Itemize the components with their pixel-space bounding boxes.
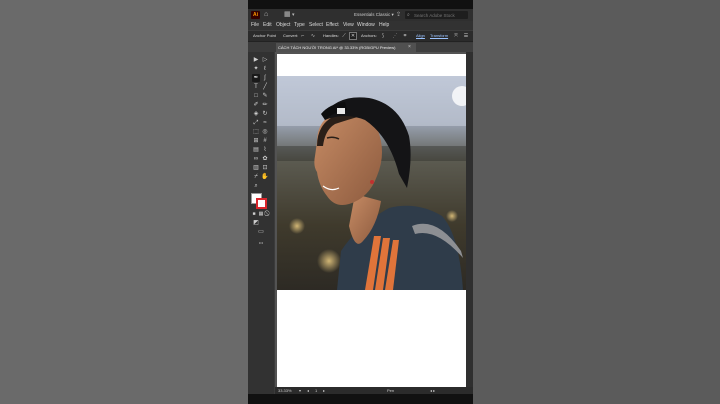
video-left-margin <box>0 0 248 404</box>
share-icon[interactable]: ⇪ <box>396 11 401 19</box>
convert-label: Convert: <box>283 33 299 38</box>
pencil-tool-icon[interactable]: ✏ <box>261 101 269 109</box>
selection-tool-icon[interactable]: ▶ <box>252 56 260 64</box>
document-tab[interactable]: CÁCH TÁCH NGƯỜI TRONG AI* @ 33.33% (RGB/… <box>276 43 416 52</box>
top-letterbox <box>248 0 473 9</box>
status-bar: 33.33% ▾ ◂ 1 ▸ Pen ◂ ▸ <box>275 387 473 394</box>
transform-link[interactable]: Transform <box>430 31 448 41</box>
document-tab-title: CÁCH TÁCH NGƯỜI TRONG AI* @ 33.33% (RGB/… <box>278 45 396 50</box>
close-icon[interactable]: × <box>408 43 411 52</box>
warp-tool-icon[interactable]: ≈ <box>261 119 269 127</box>
status-arrows-icon[interactable]: ◂ ▸ <box>430 387 435 394</box>
workspace-switcher[interactable]: Essentials Classic ▾ <box>354 11 394 19</box>
artboard-prev-icon[interactable]: ◂ <box>307 387 309 394</box>
artboard[interactable] <box>277 54 466 388</box>
edit-toolbar-icon[interactable]: ••• <box>257 239 265 247</box>
graph-tool-icon[interactable]: ▥ <box>252 164 260 172</box>
panel-menu-icon[interactable]: ☰ <box>463 33 469 39</box>
title-bar: Ai ⌂ ▦ ▾ Essentials Classic ▾ ⇪ ⌕ <box>248 9 473 21</box>
search-input[interactable] <box>414 11 466 19</box>
zoom-tool-icon[interactable]: ⌕ <box>252 182 260 190</box>
remove-anchor-icon[interactable]: ⟆ <box>380 33 386 39</box>
type-tool-icon[interactable]: T <box>252 83 260 91</box>
current-tool-name: Pen <box>387 388 395 393</box>
menu-window[interactable]: Window <box>357 21 375 30</box>
shape-builder-tool-icon[interactable]: ◎ <box>261 128 269 136</box>
free-transform-tool-icon[interactable]: ⬚ <box>252 128 260 136</box>
show-handles-icon[interactable]: ⟋ <box>341 33 347 39</box>
drawing-modes-icon[interactable]: ◩ <box>252 219 260 227</box>
arrange-chevron-icon[interactable]: ▾ <box>292 11 295 19</box>
menu-effect[interactable]: Effect <box>326 21 339 30</box>
lasso-tool-icon[interactable]: ℓ <box>261 65 269 73</box>
perspective-tool-icon[interactable]: ⊞ <box>252 137 260 145</box>
rectangle-tool-icon[interactable]: □ <box>252 92 260 100</box>
gradient-tool-icon[interactable]: ▤ <box>252 146 260 154</box>
hand-tool-icon[interactable]: ✋ <box>261 173 269 181</box>
menu-bar: File Edit Object Type Select Effect View… <box>248 21 473 30</box>
curvature-tool-icon[interactable]: ∫ <box>261 74 269 82</box>
control-bar: Anchor Point Convert: ⌐ ∿ Handles: ⟋ ✕ A… <box>248 31 473 42</box>
tools-panel: ▶▷✦ℓ✒∫T╱□✎✐✏◈↻⤢≈⬚◎⊞#▤⌇∞✿▥⊡⌿✋⌕■▦⃠◩▭••• <box>248 52 274 397</box>
artboard-next-icon[interactable]: ▸ <box>323 387 325 394</box>
align-link[interactable]: Align <box>416 31 425 41</box>
eyedropper-tool-icon[interactable]: ⌇ <box>261 146 269 154</box>
zoom-chevron-icon[interactable]: ▾ <box>299 387 301 394</box>
connect-anchor-icon[interactable]: ⋰ <box>392 33 398 39</box>
stroke-swatch[interactable] <box>256 198 267 209</box>
bottom-letterbox <box>248 394 473 404</box>
video-right-margin <box>473 0 720 404</box>
app-logo: Ai <box>251 11 260 19</box>
illustrator-window: Ai ⌂ ▦ ▾ Essentials Classic ▾ ⇪ ⌕ File E… <box>248 0 473 404</box>
menu-file[interactable]: File <box>251 21 259 30</box>
hide-handles-icon[interactable]: ✕ <box>349 32 357 40</box>
vertical-scrollbar[interactable] <box>466 52 473 387</box>
cut-path-icon[interactable]: ⌗ <box>402 33 408 39</box>
zoom-level[interactable]: 33.33% <box>278 387 292 394</box>
menu-object[interactable]: Object <box>276 21 290 30</box>
menu-edit[interactable]: Edit <box>263 21 272 30</box>
mesh-tool-icon[interactable]: # <box>261 137 269 145</box>
paintbrush-tool-icon[interactable]: ✎ <box>261 92 269 100</box>
convert-corner-icon[interactable]: ⌐ <box>300 33 306 39</box>
magic-wand-tool-icon[interactable]: ✦ <box>252 65 260 73</box>
symbol-sprayer-tool-icon[interactable]: ✿ <box>261 155 269 163</box>
slice-tool-icon[interactable]: ⌿ <box>252 173 260 181</box>
canvas-area[interactable] <box>275 52 473 388</box>
isolate-icon[interactable]: ⤧ <box>453 33 459 39</box>
eraser-tool-icon[interactable]: ◈ <box>252 110 260 118</box>
search-icon: ⌕ <box>407 12 410 18</box>
menu-type[interactable]: Type <box>294 21 305 30</box>
handles-label: Handles: <box>323 33 339 38</box>
direct-selection-tool-icon[interactable]: ▷ <box>261 56 269 64</box>
search-stock: ⌕ <box>405 11 468 19</box>
pen-tool-icon[interactable]: ✒ <box>252 74 260 82</box>
home-icon[interactable]: ⌂ <box>264 11 268 19</box>
menu-help[interactable]: Help <box>379 21 389 30</box>
anchor-point-label: Anchor Point <box>253 33 276 38</box>
rotate-tool-icon[interactable]: ↻ <box>261 110 269 118</box>
menu-view[interactable]: View <box>343 21 354 30</box>
arrange-documents-icon[interactable]: ▦ <box>284 11 291 19</box>
document-tab-bar: CÁCH TÁCH NGƯỜI TRONG AI* @ 33.33% (RGB/… <box>276 43 473 52</box>
artboard-number[interactable]: 1 <box>315 387 317 394</box>
blend-tool-icon[interactable]: ∞ <box>252 155 260 163</box>
placed-photo[interactable] <box>277 76 466 290</box>
menu-select[interactable]: Select <box>309 21 323 30</box>
line-tool-icon[interactable]: ╱ <box>261 83 269 91</box>
anchors-label: Anchors: <box>361 33 377 38</box>
none-mode-icon[interactable]: ⃠ <box>264 210 272 218</box>
shaper-tool-icon[interactable]: ✐ <box>252 101 260 109</box>
artboard-tool-icon[interactable]: ⊡ <box>261 164 269 172</box>
photo-artwork <box>277 76 466 290</box>
scale-tool-icon[interactable]: ⤢ <box>252 119 260 127</box>
convert-smooth-icon[interactable]: ∿ <box>310 33 316 39</box>
screen-mode-icon[interactable]: ▭ <box>257 228 265 236</box>
